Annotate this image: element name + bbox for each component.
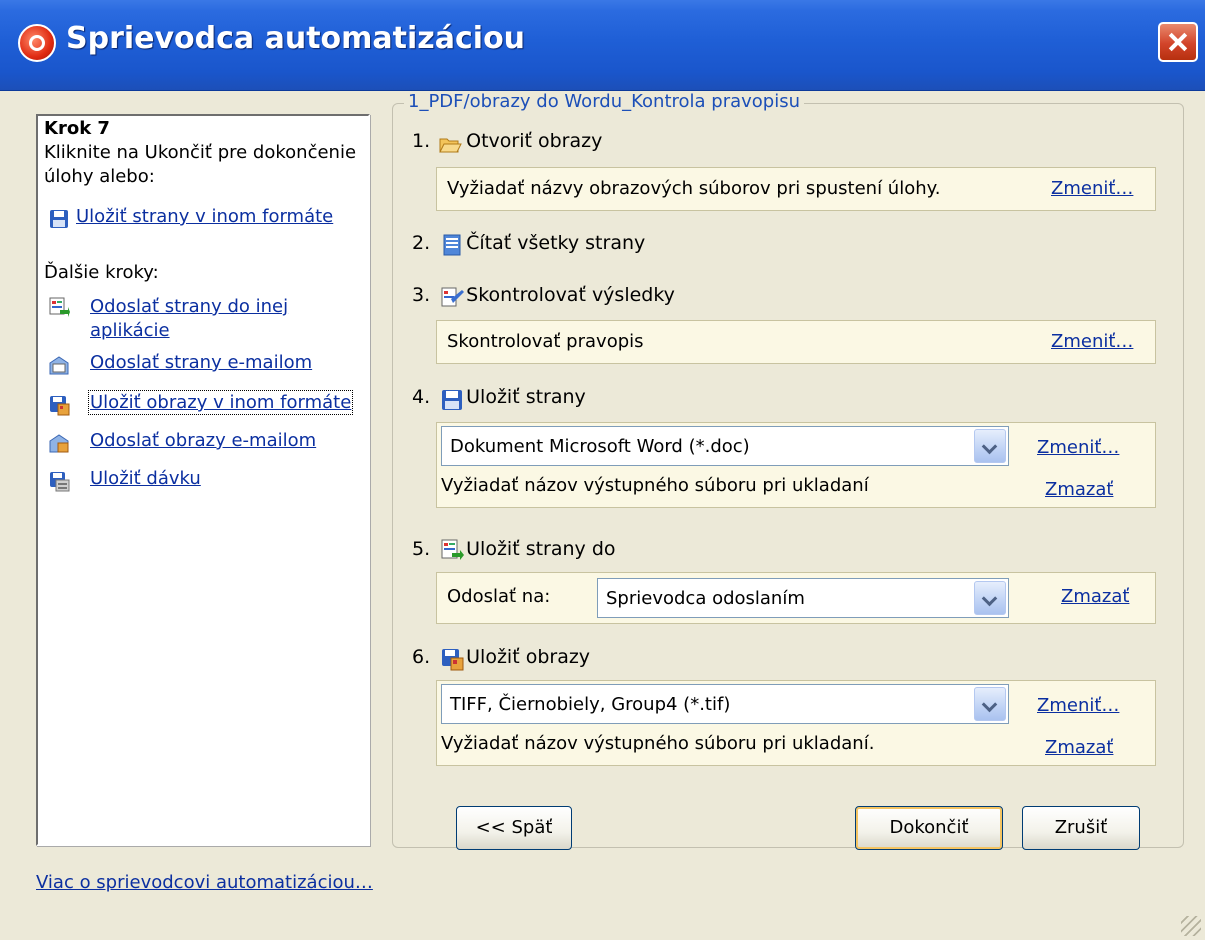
email-pages-icon xyxy=(49,356,69,375)
chevron-down-icon[interactable] xyxy=(974,429,1006,463)
floppy-icon xyxy=(50,210,68,228)
instruction-text: Kliknite na Ukončiť pre dokončenie xyxy=(44,142,357,163)
email-pages-link[interactable]: Odoslať strany e-mailom xyxy=(90,352,312,373)
step-3-info-text: Skontrolovať pravopis xyxy=(447,331,644,352)
step-1-info-text: Vyžiadať názvy obrazových súborov pri sp… xyxy=(447,178,941,199)
left-panel: Krok 7 Kliknite na Ukončiť pre dokončeni… xyxy=(36,114,370,846)
open-folder-icon xyxy=(439,138,462,153)
step-4-info-box: Dokument Microsoft Word (*.doc) Zmeniť… … xyxy=(436,422,1156,508)
resize-grip[interactable] xyxy=(1181,916,1201,936)
check-results-icon xyxy=(441,287,464,307)
chevron-down-icon[interactable] xyxy=(974,687,1006,721)
instruction-text-2: úlohy alebo: xyxy=(44,166,155,187)
step-5-title: Uložiť strany do xyxy=(466,538,616,560)
cancel-button[interactable]: Zrušiť xyxy=(1022,806,1140,850)
title-bar: Sprievodca automatizáciou xyxy=(0,0,1205,91)
send-pages-to-app-link[interactable]: Odoslať strany do inej xyxy=(90,296,288,317)
more-about-wizard-link[interactable]: Viac o sprievodcovi automatizáciou… xyxy=(36,872,373,893)
finish-button[interactable]: Dokončiť xyxy=(855,806,1003,850)
step-1-info-box: Vyžiadať názvy obrazových súborov pri sp… xyxy=(436,167,1156,211)
step-4-change-link[interactable]: Zmeniť… xyxy=(1037,437,1119,458)
step-1-number: 1. xyxy=(412,130,431,152)
send-to-app-icon xyxy=(441,539,464,560)
save-images-other-format-link[interactable]: Uložiť obrazy v inom formáte xyxy=(87,390,354,415)
step-6-info-text: Vyžiadať názov výstupného súboru pri ukl… xyxy=(441,733,875,754)
step-3-info-box: Skontrolovať pravopis Zmeniť… xyxy=(436,320,1156,364)
task-caption: 1_PDF/obrazy do Wordu_Kontrola pravopisu xyxy=(404,91,805,112)
close-button[interactable] xyxy=(1158,22,1198,62)
step-2-number: 2. xyxy=(412,232,431,254)
step-4-number: 4. xyxy=(412,386,431,408)
save-images-icon xyxy=(50,396,70,416)
step-3-change-link[interactable]: Zmeniť… xyxy=(1051,331,1133,352)
step-5-target-select[interactable]: Sprievodca odoslaním xyxy=(597,578,1009,618)
save-pages-other-format-link[interactable]: Uložiť strany v inom formáte xyxy=(76,206,333,227)
step-4-title: Uložiť strany xyxy=(466,386,586,408)
step-1-change-link[interactable]: Zmeniť… xyxy=(1051,178,1133,199)
window-title: Sprievodca automatizáciou xyxy=(66,21,526,56)
send-to-app-icon xyxy=(49,297,70,317)
email-images-link[interactable]: Odoslať obrazy e-mailom xyxy=(90,430,316,451)
step-6-format-select[interactable]: TIFF, Čiernobiely, Group4 (*.tif) xyxy=(441,684,1009,724)
step-5-target-value: Sprievodca odoslaním xyxy=(606,588,805,609)
email-images-icon xyxy=(49,434,69,453)
step-6-info-box: TIFF, Čiernobiely, Group4 (*.tif) Zmeniť… xyxy=(436,680,1156,766)
send-pages-to-app-link-line2[interactable]: aplikácie xyxy=(90,320,170,341)
step-4-format-select[interactable]: Dokument Microsoft Word (*.doc) xyxy=(441,426,1009,466)
step-6-delete-link[interactable]: Zmazať xyxy=(1045,737,1113,758)
app-icon xyxy=(18,24,56,62)
next-steps-label: Ďalšie kroky: xyxy=(44,262,159,283)
send-pages-to-app-label-1: Odoslať strany do inej xyxy=(90,296,289,317)
chevron-down-icon[interactable] xyxy=(974,581,1006,615)
read-pages-icon xyxy=(443,234,461,256)
save-batch-link[interactable]: Uložiť dávku xyxy=(90,468,201,489)
step-6-number: 6. xyxy=(412,646,431,668)
step-4-delete-link[interactable]: Zmazať xyxy=(1045,479,1113,500)
step-5-number: 5. xyxy=(412,538,431,560)
step-2-title: Čítať všetky strany xyxy=(466,232,646,254)
step-5-delete-link[interactable]: Zmazať xyxy=(1061,586,1129,607)
step-6-change-link[interactable]: Zmeniť… xyxy=(1037,695,1119,716)
step-6-format-value: TIFF, Čiernobiely, Group4 (*.tif) xyxy=(450,694,731,715)
send-pages-to-app-label-2: aplikácie xyxy=(90,320,170,341)
save-batch-icon xyxy=(50,472,70,492)
step-4-info-text: Vyžiadať názov výstupného súboru pri ukl… xyxy=(441,475,869,496)
step-3-number: 3. xyxy=(412,284,431,306)
floppy-icon xyxy=(442,390,462,410)
step-4-label: 4. Uložiť strany xyxy=(412,386,586,408)
step-5-info-box: Odoslať na: Sprievodca odoslaním Zmazať xyxy=(436,572,1156,624)
step-4-format-value: Dokument Microsoft Word (*.doc) xyxy=(450,436,750,457)
step-heading: Krok 7 xyxy=(44,118,110,139)
step-1-title: Otvoriť obrazy xyxy=(466,130,603,152)
back-button[interactable]: << Späť xyxy=(456,806,572,850)
step-3-title: Skontrolovať výsledky xyxy=(466,284,675,306)
step-5-send-label: Odoslať na: xyxy=(447,586,551,607)
step-6-label: 6. Uložiť obrazy xyxy=(412,646,590,668)
step-6-title: Uložiť obrazy xyxy=(466,646,591,668)
save-images-icon xyxy=(442,649,464,671)
wizard-window: Sprievodca automatizáciou Krok 7 Kliknit… xyxy=(0,0,1205,940)
